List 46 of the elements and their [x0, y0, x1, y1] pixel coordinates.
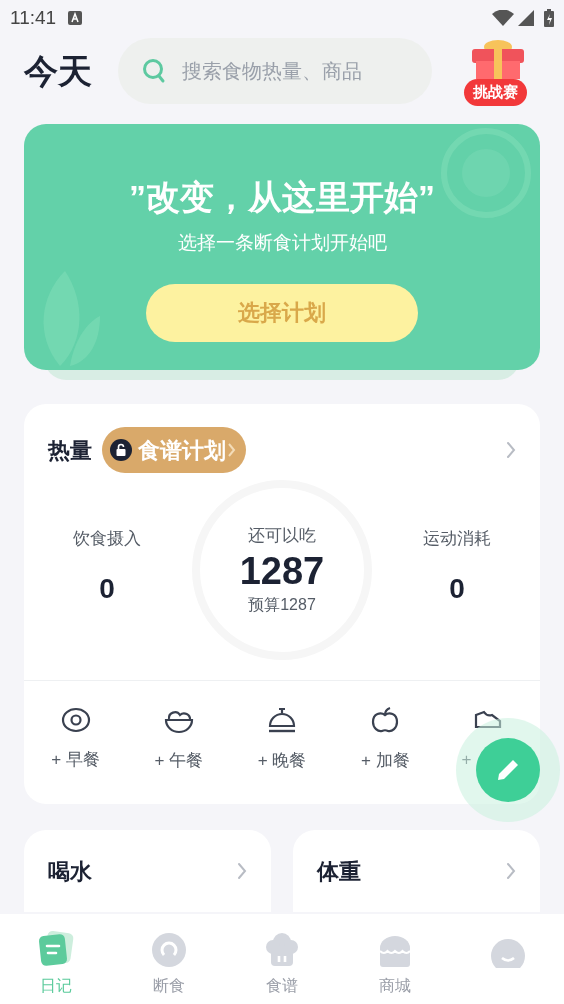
- tab-item[interactable]: 商城: [338, 914, 452, 1004]
- summary-card[interactable]: 体重: [293, 830, 540, 912]
- budget-label: 预算1287: [248, 594, 316, 615]
- calorie-title: 热量: [48, 436, 92, 465]
- stat-value: 0: [449, 571, 465, 606]
- timer-ring-icon: [151, 932, 188, 968]
- stat-label: 运动消耗: [423, 528, 491, 550]
- chef-hat-icon: [264, 932, 300, 968]
- page-title: 今天: [24, 50, 93, 92]
- banner-subtitle: 选择一条断食计划开始吧: [177, 231, 387, 255]
- tab-item[interactable]: 日记: [0, 914, 113, 1004]
- chevron-right-icon[interactable]: [506, 441, 516, 459]
- card-title: 喝水: [48, 857, 92, 886]
- stat-value: 0: [99, 571, 115, 606]
- summary-card[interactable]: 喝水: [24, 830, 271, 912]
- meal-label[interactable]: + 午餐: [154, 748, 204, 774]
- plan-tag-label: 食谱计划: [138, 436, 226, 465]
- chevron-right-icon: [237, 862, 247, 880]
- meal-label[interactable]: + 加餐: [360, 748, 410, 774]
- chevron-right-icon: [228, 443, 236, 457]
- remaining-label: 还可以吃: [248, 525, 316, 548]
- apple-icon: [370, 706, 401, 735]
- banner-headline: ”改变，从这里开始”: [129, 177, 435, 218]
- challenge-badge[interactable]: 挑战赛: [464, 79, 527, 106]
- smiley-icon: [489, 938, 526, 968]
- pencil-icon: [495, 757, 521, 783]
- meal-label[interactable]: + 晚餐: [257, 748, 307, 774]
- search-field[interactable]: 搜索食物热量、商品: [182, 38, 432, 104]
- tab-item[interactable]: 断食: [112, 914, 226, 1004]
- chevron-right-icon: [506, 862, 516, 880]
- meal-label[interactable]: +: [461, 747, 472, 773]
- fried-egg-icon: [60, 707, 91, 734]
- search-icon: [142, 58, 166, 84]
- search-bar[interactable]: 搜索食物热量、商品: [118, 38, 432, 104]
- wifi-icon: [492, 10, 514, 26]
- tab-item[interactable]: 食谱: [225, 914, 339, 1004]
- cloche-icon: [267, 706, 297, 735]
- card-title: 体重: [317, 857, 361, 886]
- remaining-value: 1287: [239, 548, 325, 593]
- notification-icon: [68, 11, 83, 25]
- signal-icon: [518, 10, 534, 26]
- stat-label: 饮食摄入: [73, 528, 141, 550]
- status-time: 11:41: [10, 5, 57, 30]
- meal-label[interactable]: + 早餐: [51, 747, 100, 773]
- battery-icon: [544, 9, 554, 27]
- recipe-plan-tag[interactable]: 食谱计划: [102, 427, 246, 473]
